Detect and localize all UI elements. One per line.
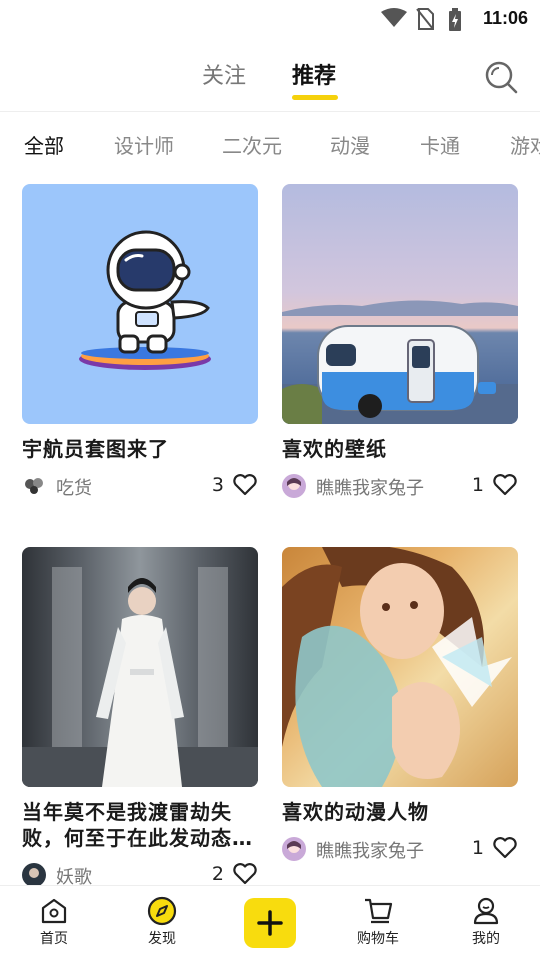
avatar[interactable] — [282, 474, 306, 498]
avatar[interactable] — [282, 837, 306, 861]
nav-label: 我的 — [472, 931, 500, 947]
nav-cart[interactable]: 购物车 — [338, 896, 418, 948]
tab-follow[interactable]: 关注 — [202, 58, 246, 90]
battery-charging-icon — [449, 8, 461, 31]
post-title[interactable]: 喜欢的壁纸 — [282, 436, 518, 462]
wifi-icon — [381, 8, 407, 27]
nav-profile[interactable]: 我的 — [446, 896, 526, 948]
heart-icon[interactable] — [492, 472, 518, 498]
post-meta: 瞧瞧我家兔子 1 — [282, 472, 518, 502]
active-tab-indicator — [292, 95, 338, 100]
like-count: 1 — [471, 474, 484, 496]
nav-label: 发现 — [148, 931, 176, 947]
nav-discover[interactable]: 发现 — [122, 896, 202, 948]
like-count: 2 — [211, 863, 224, 885]
status-bar: 11:06 — [0, 0, 540, 36]
header-divider — [0, 111, 540, 112]
category-all[interactable]: 全部 — [24, 130, 64, 159]
post-title[interactable]: 喜欢的动漫人物 — [282, 799, 518, 825]
category-cartoon[interactable]: 卡通 — [420, 130, 460, 159]
heart-icon[interactable] — [492, 835, 518, 861]
post-image[interactable] — [22, 547, 258, 787]
feed-card[interactable]: 喜欢的壁纸 瞧瞧我家兔子 1 — [282, 184, 518, 502]
category-acg[interactable]: 二次元 — [222, 130, 282, 159]
post-meta: 瞧瞧我家兔子 1 — [282, 835, 518, 865]
category-game[interactable]: 游戏 — [510, 130, 540, 159]
post-image[interactable] — [282, 184, 518, 424]
bottom-nav: 首页 发现 购物车 我的 — [0, 885, 540, 960]
nav-home[interactable]: 首页 — [14, 896, 94, 948]
nav-label: 购物车 — [357, 931, 399, 947]
heart-icon[interactable] — [232, 472, 258, 498]
cart-icon — [365, 898, 393, 924]
profile-icon — [473, 897, 499, 925]
home-icon — [41, 898, 67, 924]
author-name[interactable]: 吃货 — [56, 474, 92, 500]
post-title[interactable]: 当年莫不是我渡雷劫失败，何至于在此发动态… — [22, 799, 258, 851]
category-designer[interactable]: 设计师 — [114, 130, 174, 159]
avatar[interactable] — [22, 863, 46, 887]
compass-icon — [147, 896, 177, 926]
heart-icon[interactable] — [232, 861, 258, 887]
search-icon[interactable] — [484, 60, 518, 94]
post-image[interactable] — [22, 184, 258, 424]
nav-label: 首页 — [40, 931, 68, 947]
top-tab-bar: 关注 推荐 — [0, 58, 540, 108]
feed-card[interactable]: 喜欢的动漫人物 瞧瞧我家兔子 1 — [282, 547, 518, 865]
category-tabs: 全部 设计师 二次元 动漫 卡通 游戏 — [0, 130, 540, 160]
author-name[interactable]: 瞧瞧我家兔子 — [316, 837, 424, 863]
post-title[interactable]: 宇航员套图来了 — [22, 436, 258, 462]
avatar[interactable] — [22, 474, 46, 498]
feed-card[interactable]: 当年莫不是我渡雷劫失败，何至于在此发动态… 妖歌 2 — [22, 547, 258, 891]
post-meta: 吃货 3 — [22, 472, 258, 502]
feed-card[interactable]: 宇航员套图来了 吃货 3 — [22, 184, 258, 502]
add-post-button[interactable] — [244, 898, 296, 948]
tab-recommend[interactable]: 推荐 — [292, 58, 336, 90]
post-image[interactable] — [282, 547, 518, 787]
like-count: 1 — [471, 837, 484, 859]
category-anime[interactable]: 动漫 — [330, 130, 370, 159]
clock: 11:06 — [482, 8, 528, 28]
author-name[interactable]: 瞧瞧我家兔子 — [316, 474, 424, 500]
like-count: 3 — [211, 474, 224, 496]
plus-icon — [257, 910, 283, 936]
no-sim-icon — [416, 8, 434, 30]
